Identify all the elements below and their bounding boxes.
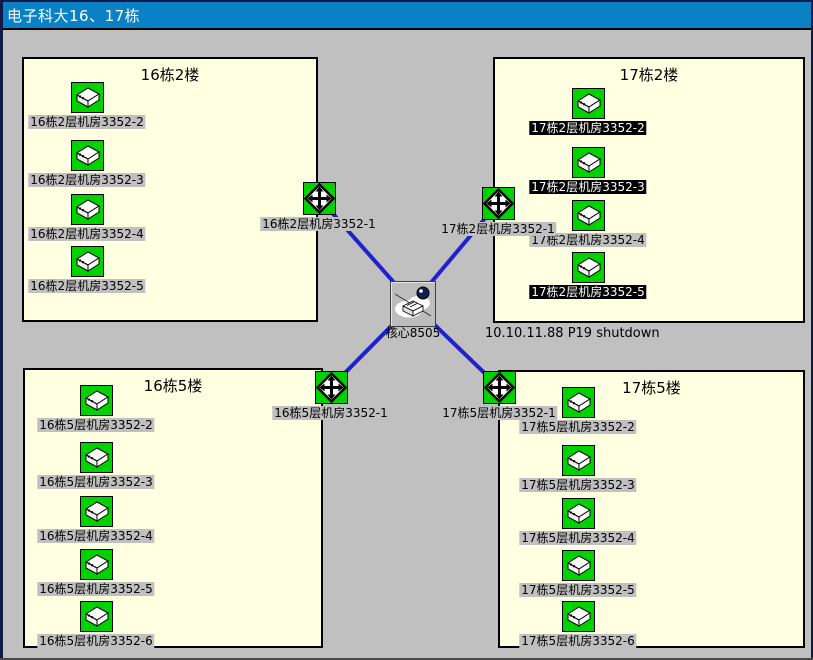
switch-label: 16栋5层机房3352-5	[37, 582, 154, 596]
switch-icon[interactable]	[71, 194, 104, 227]
switch-icon[interactable]	[562, 550, 595, 583]
router-diamond-icon[interactable]	[483, 371, 516, 404]
switch-label: 17栋5层机房3352-5	[519, 583, 636, 597]
window-title: 电子科大16、17栋	[7, 5, 140, 26]
router-label: 16栋2层机房3352-1	[260, 217, 377, 231]
switch-icon[interactable]	[71, 82, 104, 115]
switch-label: 17栋5层机房3352-2	[519, 420, 636, 434]
switch-icon[interactable]	[562, 498, 595, 531]
switch-label: 16栋5层机房3352-3	[37, 475, 154, 489]
router-label: 17栋5层机房3352-1	[440, 406, 557, 420]
window-border-left	[0, 0, 3, 660]
switch-label: 16栋2层机房3352-5	[28, 279, 145, 293]
switch-label: 16栋2层机房3352-4	[28, 227, 145, 241]
switch-label: 16栋2层机房3352-3	[28, 173, 145, 187]
switch-label: 17栋2层机房3352-2	[529, 121, 646, 135]
router-label: 16栋5层机房3352-1	[272, 406, 389, 420]
switch-label: 17栋5层机房3352-4	[519, 531, 636, 545]
switch-label: 16栋5层机房3352-2	[37, 418, 154, 432]
router-diamond-icon[interactable]	[482, 187, 515, 220]
router-label: 17栋2层机房3352-1	[439, 222, 556, 236]
switch-icon[interactable]	[80, 442, 113, 475]
network-map-app: { "titlebar": { "title": "电子科大16、17栋" },…	[0, 0, 813, 660]
switch-icon[interactable]	[71, 246, 104, 279]
switch-label: 17栋2层机房3352-5	[529, 285, 646, 299]
switch-icon[interactable]	[80, 549, 113, 582]
switch-label: 16栋5层机房3352-4	[37, 529, 154, 543]
switch-icon[interactable]	[71, 140, 104, 173]
switch-icon[interactable]	[80, 601, 113, 634]
switch-label: 17栋5层机房3352-6	[519, 634, 636, 648]
switch-label: 17栋2层机房3352-3	[529, 180, 646, 194]
router-diamond-icon[interactable]	[303, 182, 336, 215]
window-titlebar: 电子科大16、17栋	[0, 0, 813, 30]
switch-icon[interactable]	[572, 147, 605, 180]
switch-icon[interactable]	[80, 496, 113, 529]
switch-icon[interactable]	[572, 88, 605, 121]
switch-icon[interactable]	[562, 601, 595, 634]
switch-icon[interactable]	[80, 385, 113, 418]
core-switch-icon[interactable]	[390, 281, 436, 327]
switch-label: 16栋5层机房3352-6	[37, 634, 154, 648]
switch-icon[interactable]	[562, 387, 595, 420]
router-diamond-icon[interactable]	[315, 371, 348, 404]
switch-label: 17栋5层机房3352-3	[519, 478, 636, 492]
switch-label: 16栋2层机房3352-2	[28, 115, 145, 129]
switch-icon[interactable]	[572, 252, 605, 285]
core-switch-label: 核心8505	[384, 326, 443, 340]
switch-icon[interactable]	[562, 445, 595, 478]
topology-canvas: 10.10.11.88 P19 shutdown 16栋2楼 16栋2层机房33…	[0, 30, 813, 660]
shutdown-annotation: 10.10.11.88 P19 shutdown	[485, 326, 660, 341]
switch-icon[interactable]	[572, 200, 605, 233]
